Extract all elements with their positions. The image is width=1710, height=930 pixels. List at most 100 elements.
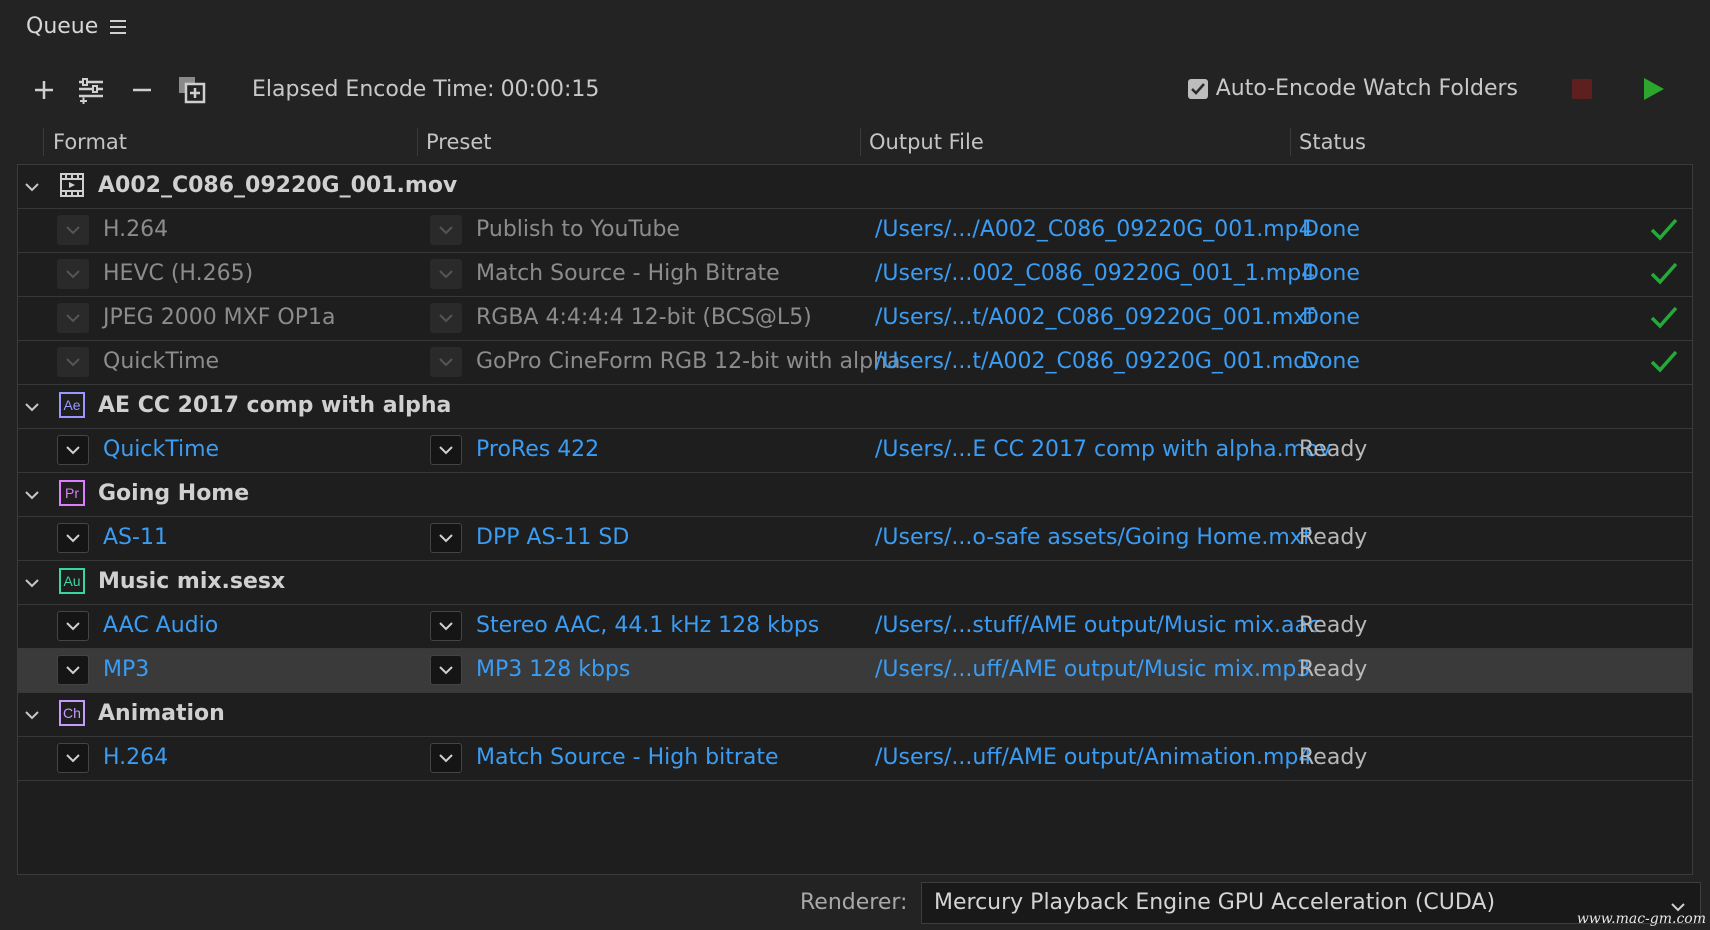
output-row[interactable]: AS-11 DPP AS-11 SD /Users/...o-safe asse… [18,517,1692,561]
source-group-row[interactable]: Au Music mix.sesx [18,561,1692,605]
preset-dropdown[interactable] [430,303,462,333]
output-file-link[interactable]: /Users/...stuff/AME output/Music mix.aac [875,613,1320,638]
source-group-row[interactable]: Ch Animation [18,693,1692,737]
column-header-format[interactable]: Format [53,130,127,154]
add-source-icon[interactable] [26,70,62,110]
source-group-row[interactable]: Pr Going Home [18,473,1692,517]
preset-value[interactable]: Stereo AAC, 44.1 kHz 128 kbps [476,613,819,638]
output-row[interactable]: H.264 Match Source - High bitrate /Users… [18,737,1692,781]
start-queue-button[interactable] [1644,78,1664,100]
output-row[interactable]: H.264 Publish to YouTube /Users/.../A002… [18,209,1692,253]
preset-dropdown[interactable] [430,655,462,685]
format-dropdown[interactable] [57,303,89,333]
source-name: Music mix.sesx [98,569,286,594]
status-text: Done [1302,349,1360,374]
preset-value[interactable]: ProRes 422 [476,437,599,462]
preset-value[interactable]: GoPro CineForm RGB 12-bit with alpha [476,349,900,374]
output-row[interactable]: HEVC (H.265) Match Source - High Bitrate… [18,253,1692,297]
format-value[interactable]: HEVC (H.265) [103,261,253,286]
format-dropdown[interactable] [57,743,89,773]
output-file-link[interactable]: /Users/...t/A002_C086_09220G_001.mxf [875,305,1314,330]
output-file-link[interactable]: /Users/...uff/AME output/Music mix.mp3 [875,657,1310,682]
preset-dropdown[interactable] [430,743,462,773]
auto-encode-toggle[interactable]: Auto-Encode Watch Folders [1187,76,1518,101]
preset-dropdown[interactable] [430,259,462,289]
output-file-link[interactable]: /Users/...E CC 2017 comp with alpha.mov [875,437,1332,462]
output-row[interactable]: JPEG 2000 MXF OP1a RGBA 4:4:4:4 12-bit (… [18,297,1692,341]
stop-queue-button[interactable] [1572,79,1592,99]
add-output-icon[interactable] [74,70,110,110]
preset-value[interactable]: MP3 128 kbps [476,657,630,682]
format-dropdown[interactable] [57,259,89,289]
output-row[interactable]: QuickTime GoPro CineForm RGB 12-bit with… [18,341,1692,385]
preset-dropdown[interactable] [430,611,462,641]
preset-value[interactable]: Match Source - High bitrate [476,745,779,770]
column-header-status[interactable]: Status [1299,130,1366,154]
status-text: Done [1302,305,1360,330]
disclosure-chevron-icon[interactable] [21,485,43,505]
format-value[interactable]: QuickTime [103,349,219,374]
format-value[interactable]: H.264 [103,217,168,242]
preset-dropdown[interactable] [430,523,462,553]
auto-encode-checkbox[interactable] [1187,78,1208,99]
format-dropdown[interactable] [57,611,89,641]
duplicate-icon[interactable] [174,70,210,110]
panel-menu-icon[interactable] [110,19,127,34]
format-dropdown[interactable] [57,347,89,377]
column-headers: Format Preset Output File Status [17,126,1693,164]
column-header-output[interactable]: Output File [869,130,984,154]
column-header-preset[interactable]: Preset [426,130,491,154]
output-row[interactable]: MP3 MP3 128 kbps /Users/...uff/AME outpu… [18,649,1692,693]
done-check-icon [1650,350,1678,380]
status-text: Done [1302,261,1360,286]
format-value[interactable]: AAC Audio [103,613,218,638]
output-row[interactable]: QuickTime ProRes 422 /Users/...E CC 2017… [18,429,1692,473]
preset-value[interactable]: Match Source - High Bitrate [476,261,780,286]
character-animator-icon: Ch [59,700,85,726]
after-effects-icon: Ae [59,392,85,418]
output-file-link[interactable]: /Users/.../A002_C086_09220G_001.mp4 [875,217,1313,242]
format-dropdown[interactable] [57,655,89,685]
toolbar: Elapsed Encode Time: 00:00:15 Auto-Encode… [26,70,1690,110]
format-value[interactable]: AS-11 [103,525,168,550]
format-value[interactable]: QuickTime [103,437,219,462]
source-group-row[interactable]: A002_C086_09220G_001.mov [18,165,1692,209]
done-check-icon [1650,218,1678,248]
preset-dropdown[interactable] [430,347,462,377]
disclosure-chevron-icon[interactable] [21,573,43,593]
output-file-link[interactable]: /Users/...uff/AME output/Animation.mp4 [875,745,1312,770]
status-text: Done [1302,217,1360,242]
preset-value[interactable]: DPP AS-11 SD [476,525,629,550]
remove-icon[interactable] [124,70,160,110]
source-name: AE CC 2017 comp with alpha [98,393,452,418]
done-check-icon [1650,262,1678,292]
format-dropdown[interactable] [57,523,89,553]
source-name: Animation [98,701,225,726]
format-value[interactable]: JPEG 2000 MXF OP1a [103,305,335,330]
status-text: Ready [1299,657,1368,682]
film-clip-icon [59,172,85,198]
panel-title: Queue [26,14,127,39]
output-file-link[interactable]: /Users/...002_C086_09220G_001_1.mp4 [875,261,1315,286]
format-value[interactable]: H.264 [103,745,168,770]
format-value[interactable]: MP3 [103,657,149,682]
status-text: Ready [1299,437,1368,462]
output-file-link[interactable]: /Users/...o-safe assets/Going Home.mxf [875,525,1311,550]
disclosure-chevron-icon[interactable] [21,177,43,197]
output-file-link[interactable]: /Users/...t/A002_C086_09220G_001.mov [875,349,1320,374]
footer: Renderer: Mercury Playback Engine GPU Ac… [0,880,1710,930]
preset-value[interactable]: RGBA 4:4:4:4 12-bit (BCS@L5) [476,305,812,330]
format-dropdown[interactable] [57,215,89,245]
status-text: Ready [1299,745,1368,770]
output-row[interactable]: AAC Audio Stereo AAC, 44.1 kHz 128 kbps … [18,605,1692,649]
done-check-icon [1650,306,1678,336]
format-dropdown[interactable] [57,435,89,465]
disclosure-chevron-icon[interactable] [21,705,43,725]
status-text: Ready [1299,613,1368,638]
source-group-row[interactable]: Ae AE CC 2017 comp with alpha [18,385,1692,429]
disclosure-chevron-icon[interactable] [21,397,43,417]
preset-dropdown[interactable] [430,215,462,245]
watermark: www.mac-gm.com [1576,911,1706,927]
preset-value[interactable]: Publish to YouTube [476,217,680,242]
preset-dropdown[interactable] [430,435,462,465]
